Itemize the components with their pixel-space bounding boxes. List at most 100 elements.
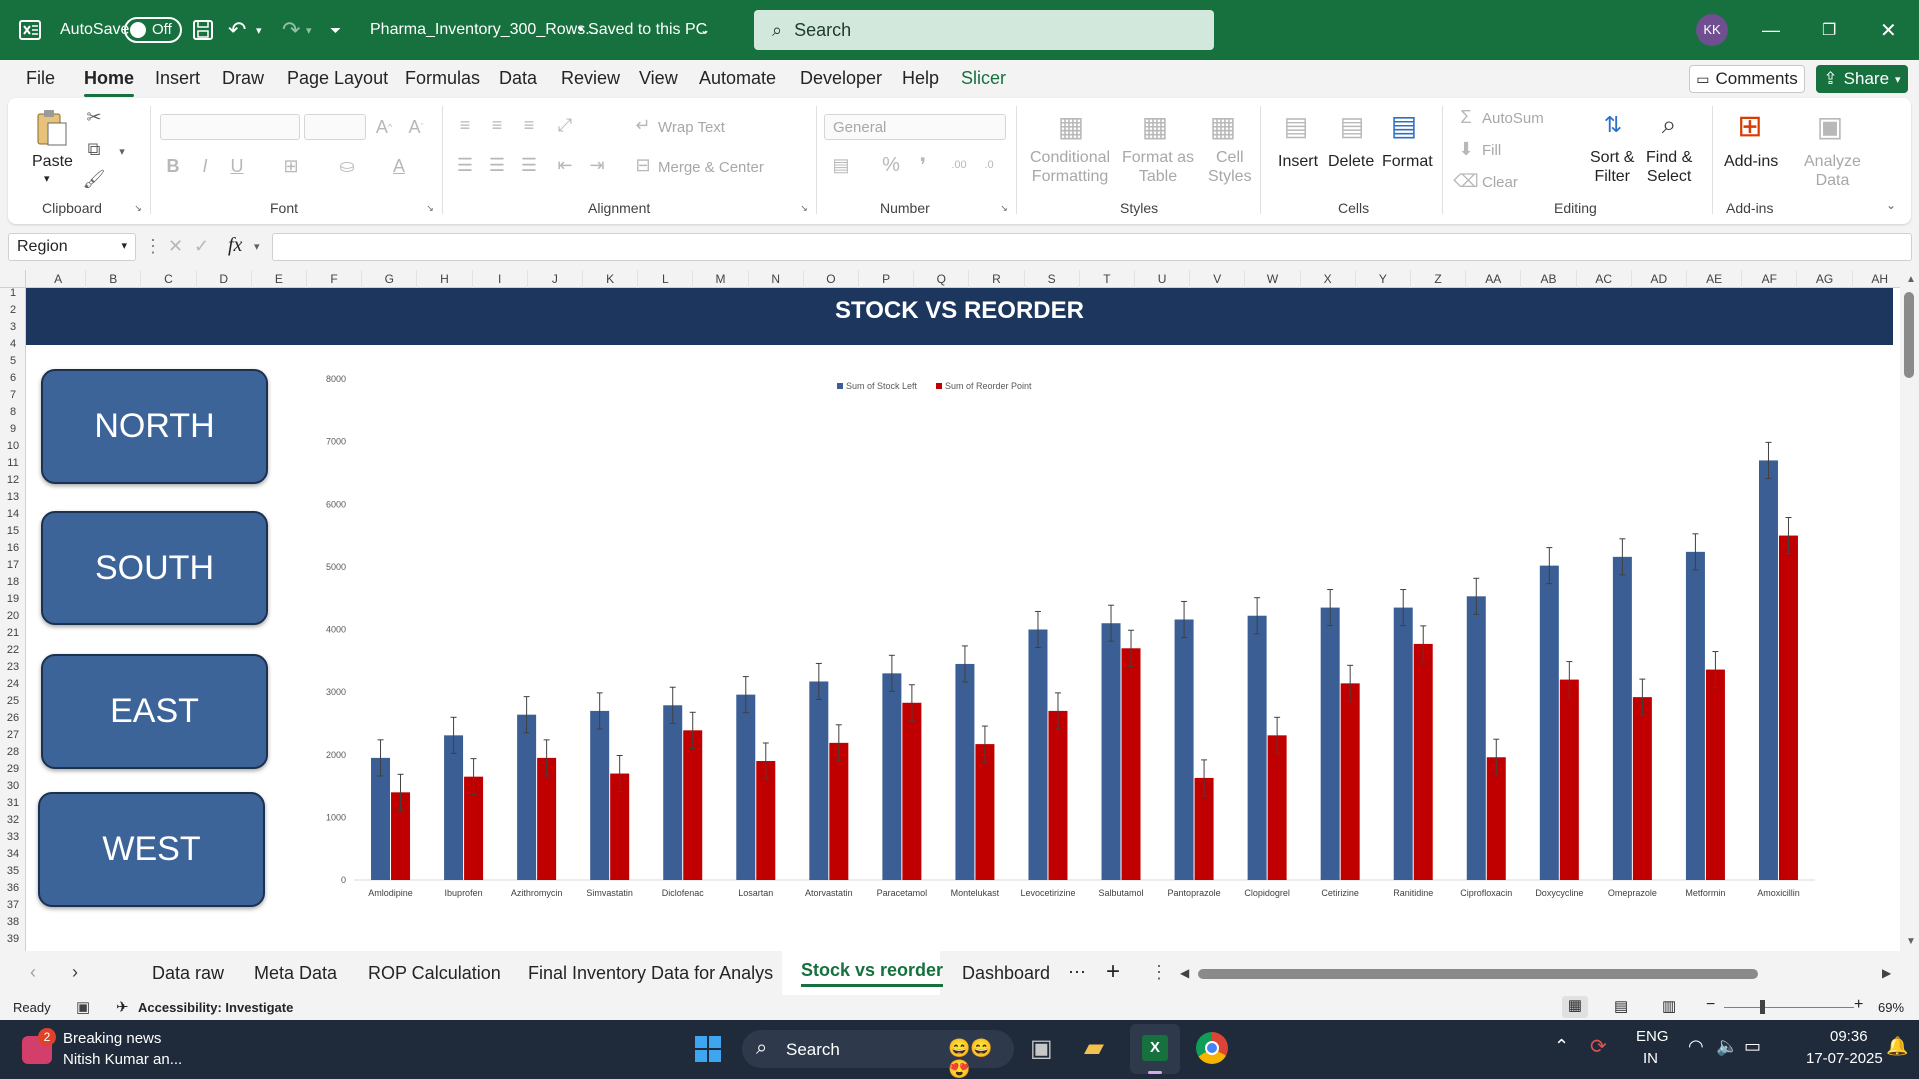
sync-icon[interactable]: ⟳: [1590, 1034, 1607, 1059]
chart-bar: [1705, 669, 1725, 880]
language-primary[interactable]: ENG: [1636, 1028, 1669, 1045]
volume-icon[interactable]: 🔈: [1716, 1036, 1738, 1057]
chart-bar: [1340, 683, 1360, 880]
clock-date[interactable]: 17-07-2025: [1806, 1050, 1883, 1067]
y-tick-label: 7000: [326, 437, 346, 447]
zoom-slider[interactable]: [1724, 1007, 1854, 1008]
x-category-label: Metformin: [1685, 888, 1725, 898]
notifications-icon[interactable]: 🔔: [1886, 1036, 1908, 1057]
y-tick-label: 6000: [326, 499, 346, 509]
battery-icon[interactable]: ▭: [1744, 1036, 1761, 1057]
chart-bar: [1101, 623, 1121, 880]
x-category-label: Losartan: [738, 888, 773, 898]
vertical-scrollbar[interactable]: ▲ ▼: [1900, 270, 1919, 951]
file-explorer-icon[interactable]: ▰: [1084, 1032, 1104, 1063]
windows-start-icon[interactable]: [694, 1035, 722, 1063]
chart-bar: [1174, 619, 1194, 880]
legend-label: Sum of Reorder Point: [945, 381, 1032, 391]
news-subtitle[interactable]: Nitish Kumar an...: [63, 1051, 182, 1068]
x-category-label: Ibuprofen: [445, 888, 483, 898]
chart-bar: [1048, 710, 1068, 880]
chart-bar: [1539, 565, 1559, 880]
y-tick-label: 5000: [326, 562, 346, 572]
chart-bar: [444, 735, 464, 880]
search-highlight-icon: 😄😄😍: [948, 1038, 993, 1079]
scroll-right-icon[interactable]: ▶: [1882, 966, 1891, 980]
x-category-label: Simvastatin: [586, 888, 633, 898]
x-category-label: Diclofenac: [662, 888, 705, 898]
stock-vs-reorder-chart[interactable]: 0 1000 2000 3000 4000 5000 6000 7000 8000 Sum of …: [0, 0, 1919, 1079]
page-break-view-icon[interactable]: ▥: [1662, 997, 1676, 1015]
x-category-label: Omeprazole: [1608, 888, 1657, 898]
language-secondary[interactable]: IN: [1643, 1050, 1658, 1067]
news-badge: 2: [38, 1028, 56, 1046]
zoom-level[interactable]: 69%: [1878, 1000, 1904, 1015]
chart-bar: [955, 663, 975, 880]
scroll-up-icon[interactable]: ▲: [1906, 274, 1916, 285]
sheet-tab-data-raw[interactable]: Data raw: [152, 963, 224, 984]
zoom-out-icon[interactable]: −: [1706, 996, 1715, 1014]
wifi-icon[interactable]: ◠: [1688, 1036, 1704, 1057]
clock-time[interactable]: 09:36: [1830, 1028, 1868, 1045]
chart-bar: [829, 742, 849, 880]
sheet-tab-final-inventory[interactable]: Final Inventory Data for Analys: [528, 963, 773, 984]
scroll-left-icon[interactable]: ◀: [1180, 966, 1189, 980]
prev-sheet-icon[interactable]: ‹: [30, 962, 36, 983]
chart-bar: [1612, 556, 1632, 880]
excel-window: AutoSave Off ↶ ▾ ↷ ▾ ⏷ Pharma_Inventory_…: [0, 0, 1919, 1079]
scroll-down-icon[interactable]: ▼: [1906, 936, 1916, 947]
sheet-tab-meta-data[interactable]: Meta Data: [254, 963, 337, 984]
chart-bar: [975, 744, 995, 880]
x-category-label: Cetirizine: [1321, 888, 1359, 898]
horizontal-scroll-thumb[interactable]: [1198, 969, 1758, 979]
task-view-icon[interactable]: ▣: [1030, 1034, 1053, 1063]
x-category-label: Ciprofloxacin: [1460, 888, 1512, 898]
normal-view-icon[interactable]: ▦: [1562, 996, 1588, 1018]
chart-bar: [1778, 535, 1798, 880]
chart-bar: [809, 681, 829, 880]
excel-app-icon: X: [1142, 1035, 1168, 1061]
x-category-label: Levocetirizine: [1020, 888, 1075, 898]
add-sheet-icon[interactable]: +: [1106, 958, 1120, 986]
y-tick-label: 0: [341, 875, 346, 885]
sheet-tab-stock-vs-reorder[interactable]: Stock vs reorder: [801, 960, 944, 987]
chart-bar: [1393, 607, 1413, 880]
search-icon: ⌕: [756, 1037, 768, 1059]
chart-bar: [1559, 679, 1579, 880]
news-title[interactable]: Breaking news: [63, 1030, 161, 1047]
y-tick-label: 8000: [326, 374, 346, 384]
chrome-icon[interactable]: [1196, 1032, 1228, 1064]
chart-bar: [1685, 551, 1705, 880]
chart-bar: [1758, 460, 1778, 880]
x-category-label: Montelukast: [951, 888, 1000, 898]
excel-taskbar-button[interactable]: X: [1130, 1024, 1180, 1074]
vertical-scroll-thumb[interactable]: [1904, 292, 1914, 378]
chart-bar: [1121, 648, 1141, 880]
show-hidden-icons-icon[interactable]: ⌃: [1554, 1036, 1569, 1057]
chart-bar: [663, 705, 683, 880]
taskbar-search[interactable]: ⌕ Search 😄😄😍: [742, 1030, 1014, 1079]
chart-bar: [1028, 629, 1048, 880]
taskbar-search-label: Search: [786, 1040, 840, 1059]
taskbar: 2 Breaking news Nitish Kumar an... ⌕ Sea…: [0, 1020, 1919, 1079]
chart-bar: [882, 673, 902, 880]
y-tick-label: 1000: [326, 812, 346, 822]
x-category-label: Atorvastatin: [805, 888, 853, 898]
x-category-label: Amlodipine: [368, 888, 413, 898]
x-category-label: Ranitidine: [1393, 888, 1433, 898]
zoom-slider-thumb[interactable]: [1760, 1000, 1765, 1014]
accessibility-status[interactable]: Accessibility: Investigate: [138, 1000, 293, 1015]
y-tick-label: 4000: [326, 625, 346, 635]
next-sheet-icon[interactable]: ›: [72, 962, 78, 983]
legend-label: Sum of Stock Left: [846, 381, 918, 391]
sheet-tab-rop-calculation[interactable]: ROP Calculation: [368, 963, 501, 984]
sheet-options-icon[interactable]: ⋮: [1150, 962, 1168, 983]
chart-bar: [1466, 596, 1486, 880]
sheet-tab-dashboard[interactable]: Dashboard: [962, 963, 1050, 984]
macro-record-icon[interactable]: ▣: [76, 998, 90, 1016]
x-category-label: Doxycycline: [1535, 888, 1583, 898]
zoom-in-icon[interactable]: +: [1854, 996, 1863, 1014]
page-layout-view-icon[interactable]: ▤: [1614, 997, 1628, 1015]
more-sheets-icon[interactable]: ⋯: [1068, 962, 1086, 983]
accessibility-icon[interactable]: ✈: [116, 998, 129, 1016]
